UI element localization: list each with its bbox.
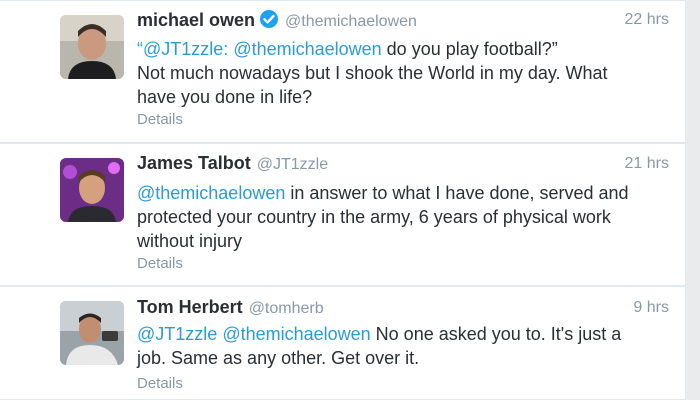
tweet-text: @JT1zzle @themichaelowen No one asked yo…	[137, 322, 637, 370]
tweet-item[interactable]: James Talbot @JT1zzle 21 hrs @themichaelo…	[0, 143, 686, 286]
mention-link[interactable]: @themichaelowen	[137, 183, 285, 203]
user-handle[interactable]: @tomherb	[249, 300, 324, 317]
tweet-body: Not much nowadays but I shook the World …	[137, 63, 608, 107]
timestamp[interactable]: 22 hrs	[625, 11, 669, 29]
details-link[interactable]: Details	[137, 255, 183, 272]
user-name[interactable]: michael owen	[137, 10, 255, 30]
details-link[interactable]: Details	[137, 111, 183, 128]
tweet-header: James Talbot @JT1zzle 21 hrs	[137, 153, 669, 179]
avatar[interactable]	[60, 15, 124, 79]
mention-link[interactable]: @themichaelowen	[222, 324, 370, 344]
tweet-item[interactable]: Tom Herbert @tomherb 9 hrs @JT1zzle @them…	[0, 286, 686, 400]
details-link[interactable]: Details	[137, 375, 183, 392]
user-handle[interactable]: @themichaelowen	[285, 13, 417, 30]
scrollbar[interactable]	[686, 0, 700, 400]
tweet-header: michael owen @themichaelowen 22 hrs	[137, 9, 669, 35]
user-handle[interactable]: @JT1zzle	[257, 156, 328, 173]
user-name[interactable]: James Talbot	[137, 153, 251, 173]
tweet-text: “@JT1zzle: @themichaelowen do you play f…	[137, 37, 637, 109]
mention-link[interactable]: @themichaelowen	[233, 39, 381, 59]
avatar[interactable]	[60, 301, 124, 365]
timestamp[interactable]: 21 hrs	[625, 155, 669, 173]
avatar[interactable]	[60, 158, 124, 222]
user-name[interactable]: Tom Herbert	[137, 297, 243, 317]
tweet-feed: michael owen @themichaelowen 22 hrs “@JT1…	[0, 0, 700, 400]
tweet-item[interactable]: michael owen @themichaelowen 22 hrs “@JT1…	[0, 0, 686, 143]
mention-link[interactable]: @JT1zzle	[137, 324, 217, 344]
tweet-text: @themichaelowen in answer to what I have…	[137, 181, 637, 253]
timestamp[interactable]: 9 hrs	[633, 299, 669, 317]
tweet-header: Tom Herbert @tomherb 9 hrs	[137, 297, 669, 323]
tweet-quote-text: do you play football?”	[381, 39, 558, 59]
verified-badge-icon	[259, 9, 279, 34]
mention-link[interactable]: “@JT1zzle:	[137, 39, 228, 59]
